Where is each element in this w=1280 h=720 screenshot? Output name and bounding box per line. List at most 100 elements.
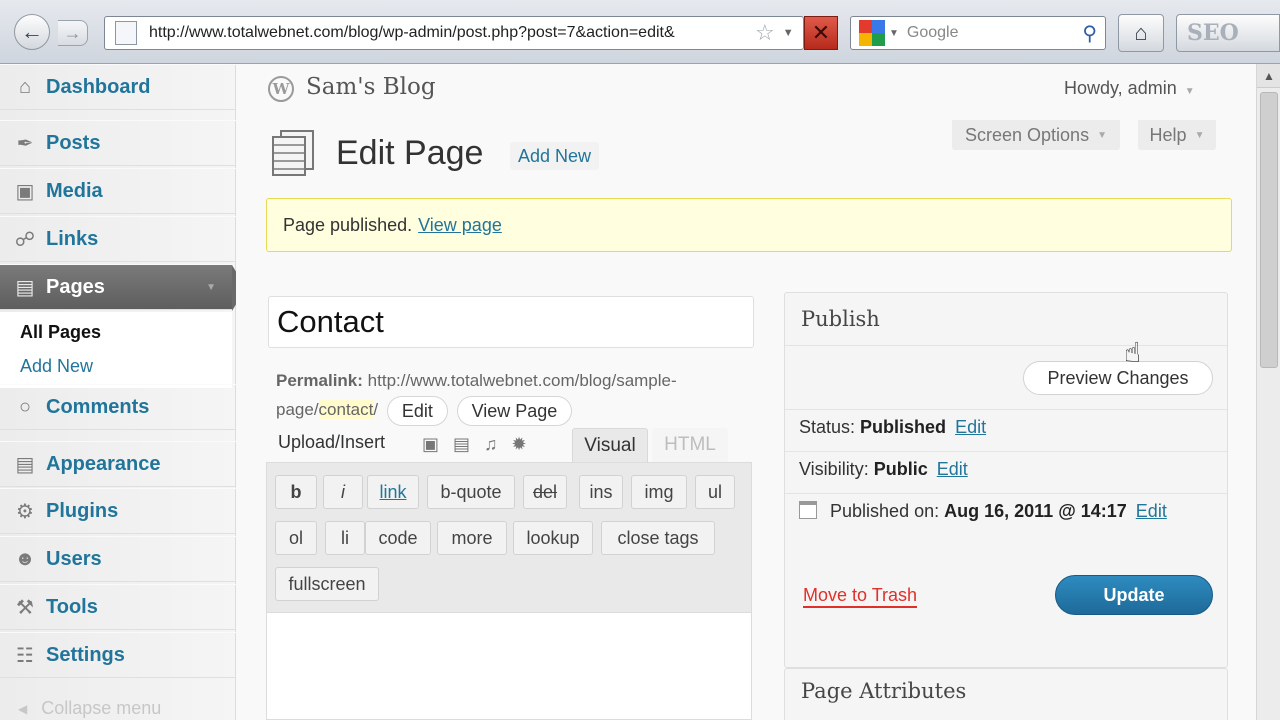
edit-status-link[interactable]: Edit	[955, 417, 986, 437]
seo-label: SEO	[1187, 20, 1239, 46]
qt-close-tags-button[interactable]: close tags	[601, 521, 715, 555]
home-button[interactable]: ⌂	[1118, 14, 1164, 52]
qt-bquote-button[interactable]: b-quote	[427, 475, 515, 509]
page-attributes-title[interactable]: Page Attributes	[801, 679, 966, 703]
url-text[interactable]: http://www.totalwebnet.com/blog/wp-admin…	[149, 24, 749, 42]
search-bar[interactable]: ▼ Google ⚲	[850, 16, 1106, 50]
content-textarea[interactable]	[266, 612, 752, 720]
qt-bold-button[interactable]: b	[275, 475, 317, 509]
divider	[785, 409, 1227, 410]
link-icon: ☍	[14, 228, 36, 251]
back-button[interactable]: ←	[14, 14, 50, 50]
sidebar-item-users[interactable]: ☻ Users	[0, 536, 236, 582]
sidebar-item-dashboard[interactable]: ⌂ Dashboard	[0, 64, 236, 110]
qt-img-button[interactable]: img	[631, 475, 687, 509]
qt-ol-button[interactable]: ol	[275, 521, 317, 555]
edit-visibility-link[interactable]: Edit	[937, 459, 968, 479]
settings-icon: ☷	[16, 644, 34, 667]
bookmark-star-icon[interactable]: ☆	[755, 20, 775, 46]
qt-ins-button[interactable]: ins	[579, 475, 623, 509]
sidebar-item-pages[interactable]: ▤ Pages ▼	[0, 264, 246, 311]
site-title[interactable]: Sam's Blog	[306, 74, 436, 100]
add-media-icon[interactable]: ✹	[512, 434, 527, 455]
collapse-menu-button[interactable]: ◀ Collapse menu	[18, 698, 161, 719]
edit-permalink-button[interactable]: Edit	[386, 395, 448, 426]
divider	[785, 345, 1227, 346]
qt-li-button[interactable]: li	[325, 521, 365, 555]
wordpress-logo-icon[interactable]: W	[268, 76, 294, 102]
page-title: Edit Page	[336, 134, 484, 172]
comment-icon: ○	[18, 395, 32, 418]
move-to-trash-link[interactable]: Move to Trash	[803, 585, 918, 608]
sidebar-item-media[interactable]: ▣ Media	[0, 168, 236, 214]
preview-changes-button[interactable]: Preview Changes	[1023, 361, 1213, 395]
help-button[interactable]: Help ▼	[1138, 120, 1216, 150]
google-icon[interactable]	[859, 20, 885, 46]
address-bar[interactable]: http://www.totalwebnet.com/blog/wp-admin…	[104, 16, 804, 50]
stop-button[interactable]: ✕	[804, 16, 838, 50]
view-page-button[interactable]: View Page	[456, 395, 573, 426]
permalink-slug[interactable]: contact	[318, 400, 374, 419]
sidebar-item-label: Plugins	[46, 499, 119, 522]
qt-italic-button[interactable]: i	[323, 475, 363, 509]
publish-box-title[interactable]: Publish	[801, 307, 880, 331]
pages-icon: ▤	[15, 276, 35, 299]
edit-date-link[interactable]: Edit	[1136, 501, 1167, 521]
appearance-icon: ▤	[15, 453, 35, 476]
add-image-icon[interactable]: ▣	[422, 434, 439, 455]
search-icon[interactable]: ⚲	[1082, 21, 1097, 46]
search-input[interactable]: Google	[907, 24, 1082, 42]
tab-html[interactable]: HTML	[652, 428, 728, 462]
help-label: Help	[1149, 124, 1187, 145]
add-new-page-button[interactable]: Add New	[510, 142, 600, 170]
collapse-menu-label: Collapse menu	[41, 698, 162, 718]
chevron-down-icon: ▼	[1184, 86, 1195, 97]
sidebar-item-posts[interactable]: ✒ Posts	[0, 120, 236, 166]
divider	[785, 493, 1227, 494]
published-notice: Page published. View page	[266, 198, 1232, 252]
forward-button[interactable]: →	[58, 20, 88, 46]
add-audio-icon[interactable]: ♫	[484, 434, 498, 455]
qt-ul-button[interactable]: ul	[695, 475, 735, 509]
qt-code-button[interactable]: code	[365, 521, 431, 555]
qt-link-button[interactable]: link	[367, 475, 419, 509]
main-content: W Sam's Blog Howdy, admin ▼ Screen Option…	[236, 64, 1256, 720]
sidebar-item-plugins[interactable]: ⚙ Plugins	[0, 488, 236, 534]
page-scrollbar[interactable]: ▲	[1256, 64, 1280, 720]
url-dropdown-icon[interactable]: ▼	[783, 27, 794, 39]
scroll-up-icon[interactable]: ▲	[1257, 64, 1280, 88]
chevron-down-icon: ▼	[1194, 129, 1205, 141]
qt-more-button[interactable]: more	[437, 521, 507, 555]
view-page-link[interactable]: View page	[418, 215, 502, 236]
sidebar-item-label: Appearance	[46, 452, 161, 475]
screen-options-button[interactable]: Screen Options ▼	[952, 120, 1120, 150]
qt-fullscreen-button[interactable]: fullscreen	[275, 567, 379, 601]
home-icon: ⌂	[1134, 20, 1148, 45]
submenu-add-new[interactable]: Add New	[20, 356, 93, 377]
page-attributes-box: Page Attributes	[784, 668, 1228, 720]
search-engine-dropdown-icon[interactable]: ▼	[889, 28, 899, 39]
browser-toolbar: ← → http://www.totalwebnet.com/blog/wp-a…	[0, 0, 1280, 64]
add-video-icon[interactable]: ▤	[453, 434, 470, 455]
qt-del-button[interactable]: del	[523, 475, 567, 509]
status-row: Status: Published Edit	[799, 417, 986, 438]
sidebar-item-label: Links	[46, 227, 99, 250]
sidebar-item-tools[interactable]: ⚒ Tools	[0, 584, 236, 630]
update-button[interactable]: Update	[1055, 575, 1213, 615]
page-title-input[interactable]: Contact	[268, 296, 754, 348]
sidebar-item-label: Comments	[46, 395, 150, 418]
visibility-value: Public	[873, 459, 928, 479]
hand-cursor-icon: ☝	[1124, 337, 1142, 368]
calendar-icon	[799, 501, 817, 519]
permalink-row: Permalink: http://www.totalwebnet.com/bl…	[276, 366, 756, 426]
tab-visual[interactable]: Visual	[572, 428, 648, 462]
seo-toolbar-button[interactable]: SEO	[1176, 14, 1280, 52]
sidebar-item-appearance[interactable]: ▤ Appearance	[0, 441, 236, 487]
qt-lookup-button[interactable]: lookup	[513, 521, 593, 555]
scroll-thumb[interactable]	[1260, 92, 1278, 368]
sidebar-item-links[interactable]: ☍ Links	[0, 216, 236, 262]
sidebar-item-comments[interactable]: ○ Comments	[0, 384, 236, 430]
user-greeting[interactable]: Howdy, admin ▼	[1064, 78, 1195, 99]
sidebar-item-settings[interactable]: ☷ Settings	[0, 632, 236, 678]
submenu-all-pages[interactable]: All Pages	[20, 322, 101, 343]
